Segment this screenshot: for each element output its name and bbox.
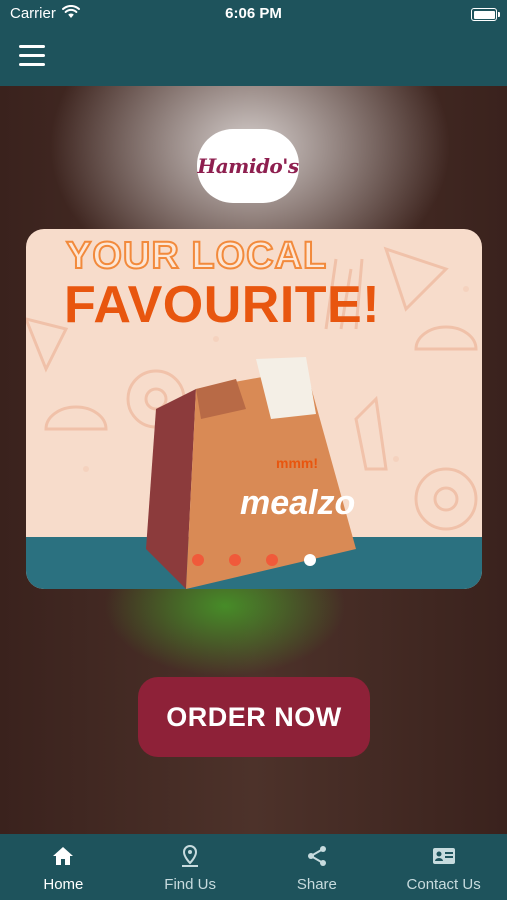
tab-find-us-label: Find Us	[164, 876, 216, 893]
carousel-dot-2[interactable]	[229, 554, 241, 566]
bag-brand-logo: mealzo	[240, 484, 356, 522]
status-bar: Carrier 6:06 PM	[0, 0, 507, 30]
logo-text: Hamido's	[197, 154, 299, 178]
tab-contact-us[interactable]: Contact Us	[380, 834, 507, 900]
delivery-bag-illustration	[146, 357, 356, 589]
battery-icon	[471, 8, 500, 21]
contact-card-icon	[432, 848, 455, 864]
banner-headline-line2: FAVOURITE!	[64, 276, 381, 334]
top-nav-bar	[0, 30, 507, 86]
tab-home[interactable]: Home	[0, 834, 127, 900]
bag-tagline: mmm!	[276, 455, 319, 471]
share-icon	[307, 846, 326, 866]
tab-home-label: Home	[43, 876, 84, 893]
order-now-button[interactable]: ORDER NOW	[138, 677, 370, 757]
main-content: Hamido's YOUR LOCAL FAVOURITE! mmm! meal…	[0, 86, 507, 834]
status-time: 6:06 PM	[225, 5, 282, 22]
banner-headline-line1: YOUR LOCAL	[65, 234, 328, 278]
tab-share-label: Share	[296, 876, 337, 893]
tab-find-us[interactable]: Find Us	[127, 834, 254, 900]
carousel-dots	[26, 554, 482, 568]
carousel-dot-3[interactable]	[266, 554, 278, 566]
tab-share[interactable]: Share	[254, 834, 381, 900]
tab-contact-us-label: Contact Us	[406, 876, 481, 893]
home-icon	[53, 847, 74, 865]
bottom-tab-bar: Home Find Us Share Contact Us	[0, 834, 507, 900]
restaurant-logo: Hamido's	[197, 129, 299, 203]
promo-banner-carousel[interactable]: YOUR LOCAL FAVOURITE! mmm! mealzo	[26, 229, 482, 589]
hamburger-menu-icon[interactable]	[19, 45, 45, 67]
carousel-dot-4[interactable]	[304, 554, 316, 566]
carousel-dot-1[interactable]	[192, 554, 204, 566]
location-pin-icon	[182, 844, 199, 867]
